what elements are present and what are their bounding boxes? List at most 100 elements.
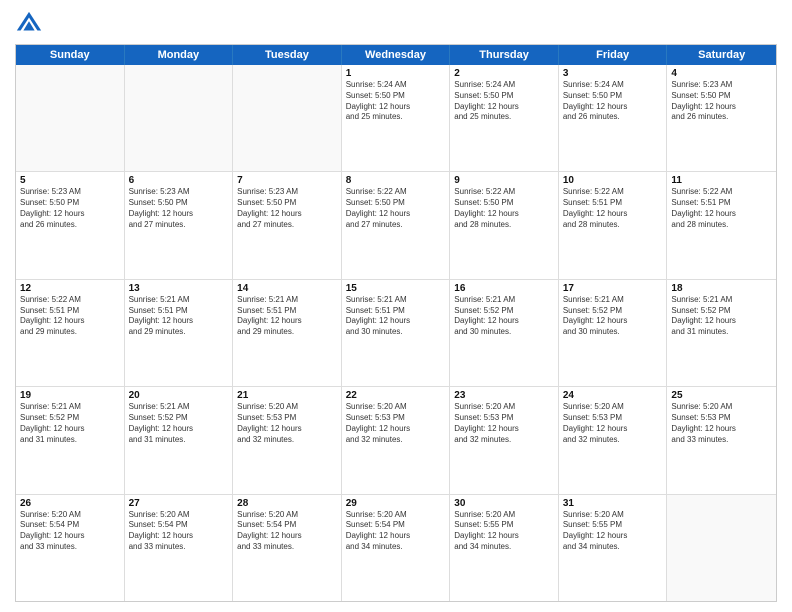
day-cell-4: 4Sunrise: 5:23 AMSunset: 5:50 PMDaylight… (667, 65, 776, 171)
day-number: 23 (454, 390, 554, 401)
day-cell-14: 14Sunrise: 5:21 AMSunset: 5:51 PMDayligh… (233, 280, 342, 386)
day-number: 3 (563, 68, 663, 79)
header-day-thursday: Thursday (450, 45, 559, 65)
day-cell-30: 30Sunrise: 5:20 AMSunset: 5:55 PMDayligh… (450, 495, 559, 601)
day-number: 12 (20, 283, 120, 294)
day-info: Sunrise: 5:24 AMSunset: 5:50 PMDaylight:… (454, 80, 554, 123)
day-cell-25: 25Sunrise: 5:20 AMSunset: 5:53 PMDayligh… (667, 387, 776, 493)
day-info: Sunrise: 5:20 AMSunset: 5:53 PMDaylight:… (346, 402, 446, 445)
day-cell-26: 26Sunrise: 5:20 AMSunset: 5:54 PMDayligh… (16, 495, 125, 601)
day-number: 7 (237, 175, 337, 186)
day-number: 25 (671, 390, 772, 401)
empty-cell (233, 65, 342, 171)
day-info: Sunrise: 5:23 AMSunset: 5:50 PMDaylight:… (237, 187, 337, 230)
day-cell-16: 16Sunrise: 5:21 AMSunset: 5:52 PMDayligh… (450, 280, 559, 386)
header (15, 10, 777, 38)
logo (15, 10, 47, 38)
day-number: 11 (671, 175, 772, 186)
day-cell-29: 29Sunrise: 5:20 AMSunset: 5:54 PMDayligh… (342, 495, 451, 601)
day-info: Sunrise: 5:20 AMSunset: 5:55 PMDaylight:… (563, 510, 663, 553)
day-cell-27: 27Sunrise: 5:20 AMSunset: 5:54 PMDayligh… (125, 495, 234, 601)
day-info: Sunrise: 5:22 AMSunset: 5:50 PMDaylight:… (454, 187, 554, 230)
day-number: 16 (454, 283, 554, 294)
day-number: 1 (346, 68, 446, 79)
day-info: Sunrise: 5:22 AMSunset: 5:50 PMDaylight:… (346, 187, 446, 230)
day-number: 24 (563, 390, 663, 401)
day-cell-13: 13Sunrise: 5:21 AMSunset: 5:51 PMDayligh… (125, 280, 234, 386)
day-number: 30 (454, 498, 554, 509)
day-cell-1: 1Sunrise: 5:24 AMSunset: 5:50 PMDaylight… (342, 65, 451, 171)
day-info: Sunrise: 5:23 AMSunset: 5:50 PMDaylight:… (671, 80, 772, 123)
day-number: 4 (671, 68, 772, 79)
empty-cell (125, 65, 234, 171)
day-info: Sunrise: 5:21 AMSunset: 5:52 PMDaylight:… (671, 295, 772, 338)
calendar-header: SundayMondayTuesdayWednesdayThursdayFrid… (16, 45, 776, 65)
day-info: Sunrise: 5:24 AMSunset: 5:50 PMDaylight:… (563, 80, 663, 123)
calendar-body: 1 Sunrise: 5:24 AMSunset: 5:50 PMDaylight… (16, 65, 776, 601)
day-info: Sunrise: 5:21 AMSunset: 5:52 PMDaylight:… (20, 402, 120, 445)
day-number: 18 (671, 283, 772, 294)
day-info: Sunrise: 5:23 AMSunset: 5:50 PMDaylight:… (20, 187, 120, 230)
day-cell-6: 6Sunrise: 5:23 AMSunset: 5:50 PMDaylight… (125, 172, 234, 278)
day-cell-11: 11Sunrise: 5:22 AMSunset: 5:51 PMDayligh… (667, 172, 776, 278)
day-info: Sunrise: 5:21 AMSunset: 5:51 PMDaylight:… (346, 295, 446, 338)
day-cell-23: 23Sunrise: 5:20 AMSunset: 5:53 PMDayligh… (450, 387, 559, 493)
day-info: Sunrise: 5:20 AMSunset: 5:53 PMDaylight:… (671, 402, 772, 445)
day-cell-24: 24Sunrise: 5:20 AMSunset: 5:53 PMDayligh… (559, 387, 668, 493)
day-info: Sunrise: 5:21 AMSunset: 5:52 PMDaylight:… (563, 295, 663, 338)
day-info: Sunrise: 5:21 AMSunset: 5:52 PMDaylight:… (454, 295, 554, 338)
day-info: Sunrise: 5:22 AMSunset: 5:51 PMDaylight:… (20, 295, 120, 338)
day-cell-8: 8Sunrise: 5:22 AMSunset: 5:50 PMDaylight… (342, 172, 451, 278)
day-number: 22 (346, 390, 446, 401)
week-row-4: 19Sunrise: 5:21 AMSunset: 5:52 PMDayligh… (16, 387, 776, 494)
day-cell-5: 5Sunrise: 5:23 AMSunset: 5:50 PMDaylight… (16, 172, 125, 278)
day-info: Sunrise: 5:20 AMSunset: 5:54 PMDaylight:… (237, 510, 337, 553)
day-number: 15 (346, 283, 446, 294)
day-info: Sunrise: 5:21 AMSunset: 5:51 PMDaylight:… (129, 295, 229, 338)
day-cell-15: 15Sunrise: 5:21 AMSunset: 5:51 PMDayligh… (342, 280, 451, 386)
week-row-1: 1 Sunrise: 5:24 AMSunset: 5:50 PMDaylight… (16, 65, 776, 172)
header-day-friday: Friday (559, 45, 668, 65)
day-cell-17: 17Sunrise: 5:21 AMSunset: 5:52 PMDayligh… (559, 280, 668, 386)
day-number: 2 (454, 68, 554, 79)
day-cell-10: 10Sunrise: 5:22 AMSunset: 5:51 PMDayligh… (559, 172, 668, 278)
day-number: 5 (20, 175, 120, 186)
day-cell-19: 19Sunrise: 5:21 AMSunset: 5:52 PMDayligh… (16, 387, 125, 493)
calendar: SundayMondayTuesdayWednesdayThursdayFrid… (15, 44, 777, 602)
empty-cell (667, 495, 776, 601)
week-row-3: 12Sunrise: 5:22 AMSunset: 5:51 PMDayligh… (16, 280, 776, 387)
day-number: 29 (346, 498, 446, 509)
day-cell-22: 22Sunrise: 5:20 AMSunset: 5:53 PMDayligh… (342, 387, 451, 493)
day-info: Sunrise: 5:20 AMSunset: 5:53 PMDaylight:… (454, 402, 554, 445)
day-number: 31 (563, 498, 663, 509)
day-cell-31: 31Sunrise: 5:20 AMSunset: 5:55 PMDayligh… (559, 495, 668, 601)
week-row-5: 26Sunrise: 5:20 AMSunset: 5:54 PMDayligh… (16, 495, 776, 601)
day-number: 6 (129, 175, 229, 186)
day-info: Sunrise: 5:21 AMSunset: 5:52 PMDaylight:… (129, 402, 229, 445)
day-number: 19 (20, 390, 120, 401)
header-day-monday: Monday (125, 45, 234, 65)
day-cell-21: 21Sunrise: 5:20 AMSunset: 5:53 PMDayligh… (233, 387, 342, 493)
logo-icon (15, 10, 43, 38)
day-number: 14 (237, 283, 337, 294)
week-row-2: 5Sunrise: 5:23 AMSunset: 5:50 PMDaylight… (16, 172, 776, 279)
page: SundayMondayTuesdayWednesdayThursdayFrid… (0, 0, 792, 612)
day-info: Sunrise: 5:20 AMSunset: 5:54 PMDaylight:… (129, 510, 229, 553)
day-number: 10 (563, 175, 663, 186)
day-number: 27 (129, 498, 229, 509)
day-number: 13 (129, 283, 229, 294)
empty-cell (16, 65, 125, 171)
day-number: 28 (237, 498, 337, 509)
day-info: Sunrise: 5:20 AMSunset: 5:54 PMDaylight:… (20, 510, 120, 553)
day-info: Sunrise: 5:20 AMSunset: 5:53 PMDaylight:… (237, 402, 337, 445)
day-info: Sunrise: 5:22 AMSunset: 5:51 PMDaylight:… (671, 187, 772, 230)
day-cell-2: 2Sunrise: 5:24 AMSunset: 5:50 PMDaylight… (450, 65, 559, 171)
day-number: 26 (20, 498, 120, 509)
day-number: 17 (563, 283, 663, 294)
day-cell-3: 3Sunrise: 5:24 AMSunset: 5:50 PMDaylight… (559, 65, 668, 171)
header-day-tuesday: Tuesday (233, 45, 342, 65)
day-info: Sunrise: 5:21 AMSunset: 5:51 PMDaylight:… (237, 295, 337, 338)
day-cell-9: 9Sunrise: 5:22 AMSunset: 5:50 PMDaylight… (450, 172, 559, 278)
day-cell-20: 20Sunrise: 5:21 AMSunset: 5:52 PMDayligh… (125, 387, 234, 493)
day-cell-7: 7Sunrise: 5:23 AMSunset: 5:50 PMDaylight… (233, 172, 342, 278)
